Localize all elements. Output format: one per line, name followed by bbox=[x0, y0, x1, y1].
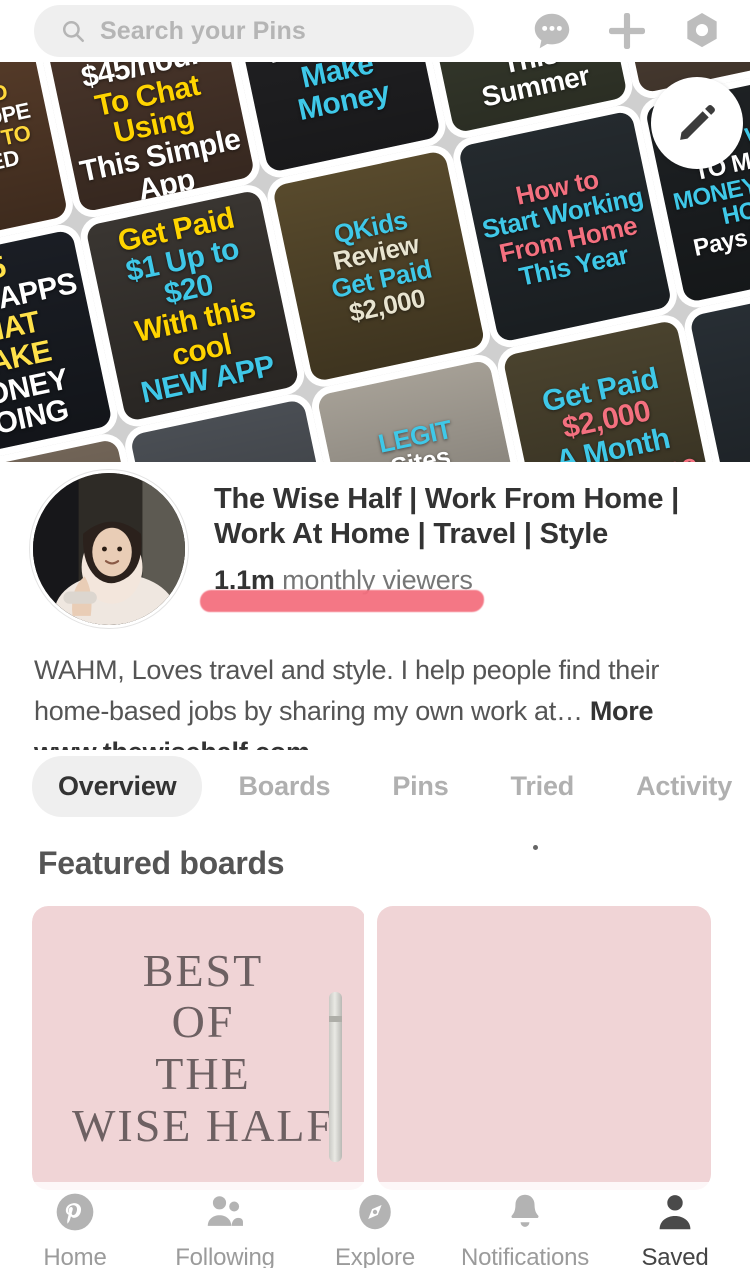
collage-pin[interactable]: Get Paid$15 to $45/hourTo Chat UsingThis… bbox=[40, 62, 255, 213]
people-icon bbox=[203, 1190, 247, 1239]
avatar-image bbox=[33, 473, 185, 625]
nav-item-explore[interactable]: Explore bbox=[300, 1182, 450, 1268]
tab-activity[interactable]: Activity bbox=[610, 756, 750, 817]
top-bar: Search your Pins bbox=[0, 0, 750, 62]
collage-pin-text: Get Paid$15 to $45/hourTo Chat UsingThis… bbox=[77, 62, 244, 208]
nav-label: Saved bbox=[641, 1244, 709, 1268]
featured-boards-title: Featured boards bbox=[38, 845, 285, 881]
messages-icon[interactable] bbox=[530, 9, 574, 53]
collage-pin-text: HowStartFromThis bbox=[697, 318, 750, 462]
collage-pin-text: How toStart workingFrom HomeThis Summer bbox=[479, 62, 593, 113]
profile-bio: WAHM, Loves travel and style. I help peo… bbox=[0, 650, 750, 731]
nav-item-saved[interactable]: Saved bbox=[600, 1182, 750, 1268]
nav-label: Following bbox=[175, 1244, 275, 1268]
pencil-icon bbox=[680, 105, 715, 140]
collage-pin-text: Get Paid $1 Up to $20 With this cool NEW AP… bbox=[115, 201, 278, 411]
tab-boards[interactable]: Boards bbox=[212, 756, 356, 817]
collage-pin[interactable]: QKids Review Get Paid $2,000 bbox=[271, 149, 487, 383]
tab-overview[interactable]: Overview bbox=[32, 755, 203, 817]
collage-pin[interactable]: Get Paid$2,000A MonthFrom home bbox=[502, 319, 718, 462]
collage-pin-text: 10 BESTPlaces toMake Money bbox=[265, 62, 396, 127]
collage-pin[interactable]: How to Start Working From Home This Year bbox=[458, 110, 673, 343]
featured-board-card-next[interactable] bbox=[377, 906, 711, 1190]
profile-avatar[interactable] bbox=[30, 470, 188, 628]
profile-cover-collage[interactable]: HIS WORDFULL of HOPETO BEGIN TOSUCCEED Ge… bbox=[0, 62, 750, 462]
bell-icon bbox=[503, 1190, 547, 1239]
nav-item-notifications[interactable]: Notifications bbox=[450, 1182, 600, 1268]
settings-nut-icon[interactable] bbox=[680, 9, 724, 53]
board-cover: BEST OF THE WISE HALF bbox=[32, 906, 364, 1190]
collage-pin-text: LEGITSitesTalking To Kids bbox=[364, 413, 489, 462]
edit-pencil-button[interactable] bbox=[651, 77, 743, 169]
pinterest-icon bbox=[53, 1190, 97, 1239]
bio-text: WAHM, Loves travel and style. I help peo… bbox=[34, 655, 660, 726]
nav-label: Home bbox=[43, 1244, 107, 1268]
pinterest-profile-screen: HIS WORDFULL of HOPETO BEGIN TOSUCCEED Ge… bbox=[0, 0, 750, 1268]
board-cover-text: BEST OF THE WISE HALF bbox=[71, 944, 335, 1151]
tab-pins[interactable]: Pins bbox=[366, 756, 474, 817]
person-icon bbox=[653, 1190, 697, 1239]
compass-icon bbox=[353, 1190, 397, 1239]
pen-decoration bbox=[329, 992, 342, 1162]
collage-pin-text: QKids Review Get Paid $2,000 bbox=[328, 204, 435, 328]
top-bar-actions bbox=[530, 8, 734, 54]
collage-pin-text: Get Paid$2,000A MonthFrom home bbox=[538, 361, 700, 462]
search-placeholder-text: Search your Pins bbox=[100, 16, 306, 45]
profile-tabs: Overview Boards Pins Tried Activity bbox=[0, 750, 750, 822]
bottom-navigation: Home Following Explore Notifications Saved bbox=[0, 1182, 750, 1268]
nav-item-home[interactable]: Home bbox=[0, 1182, 150, 1268]
plus-icon[interactable] bbox=[604, 8, 650, 54]
search-input[interactable]: Search your Pins bbox=[34, 5, 474, 57]
collage-pin-text: How to Start Working From Home This Year bbox=[479, 163, 646, 292]
stray-dot-artifact bbox=[533, 845, 538, 850]
profile-section: The Wise Half | Work From Home | Work At… bbox=[0, 462, 750, 768]
collage-pin[interactable]: Get Paid $1 Up to $20 With this cool NEW AP… bbox=[84, 189, 300, 422]
pink-highlight-annotation bbox=[200, 590, 484, 612]
tab-tried[interactable]: Tried bbox=[485, 756, 601, 817]
bio-more-link[interactable]: More bbox=[590, 696, 654, 726]
collage-pin-text: HIS WORDFULL of HOPETO BEGIN TOSUCCEED bbox=[0, 79, 33, 192]
nav-label: Explore bbox=[335, 1244, 415, 1268]
search-icon bbox=[62, 20, 84, 42]
collage-grid: HIS WORDFULL of HOPETO BEGIN TOSUCCEED Ge… bbox=[0, 62, 750, 462]
profile-name: The Wise Half | Work From Home | Work At… bbox=[214, 483, 680, 551]
featured-board-card[interactable]: BESTOFTHEWISE HALFOf EnglishSchoolsThat … bbox=[32, 906, 366, 1190]
featured-boards-carousel[interactable]: BESTOFTHEWISE HALFOf EnglishSchoolsThat … bbox=[32, 906, 750, 1196]
nav-label: Notifications bbox=[460, 1244, 590, 1268]
nav-item-following[interactable]: Following bbox=[150, 1182, 300, 1268]
